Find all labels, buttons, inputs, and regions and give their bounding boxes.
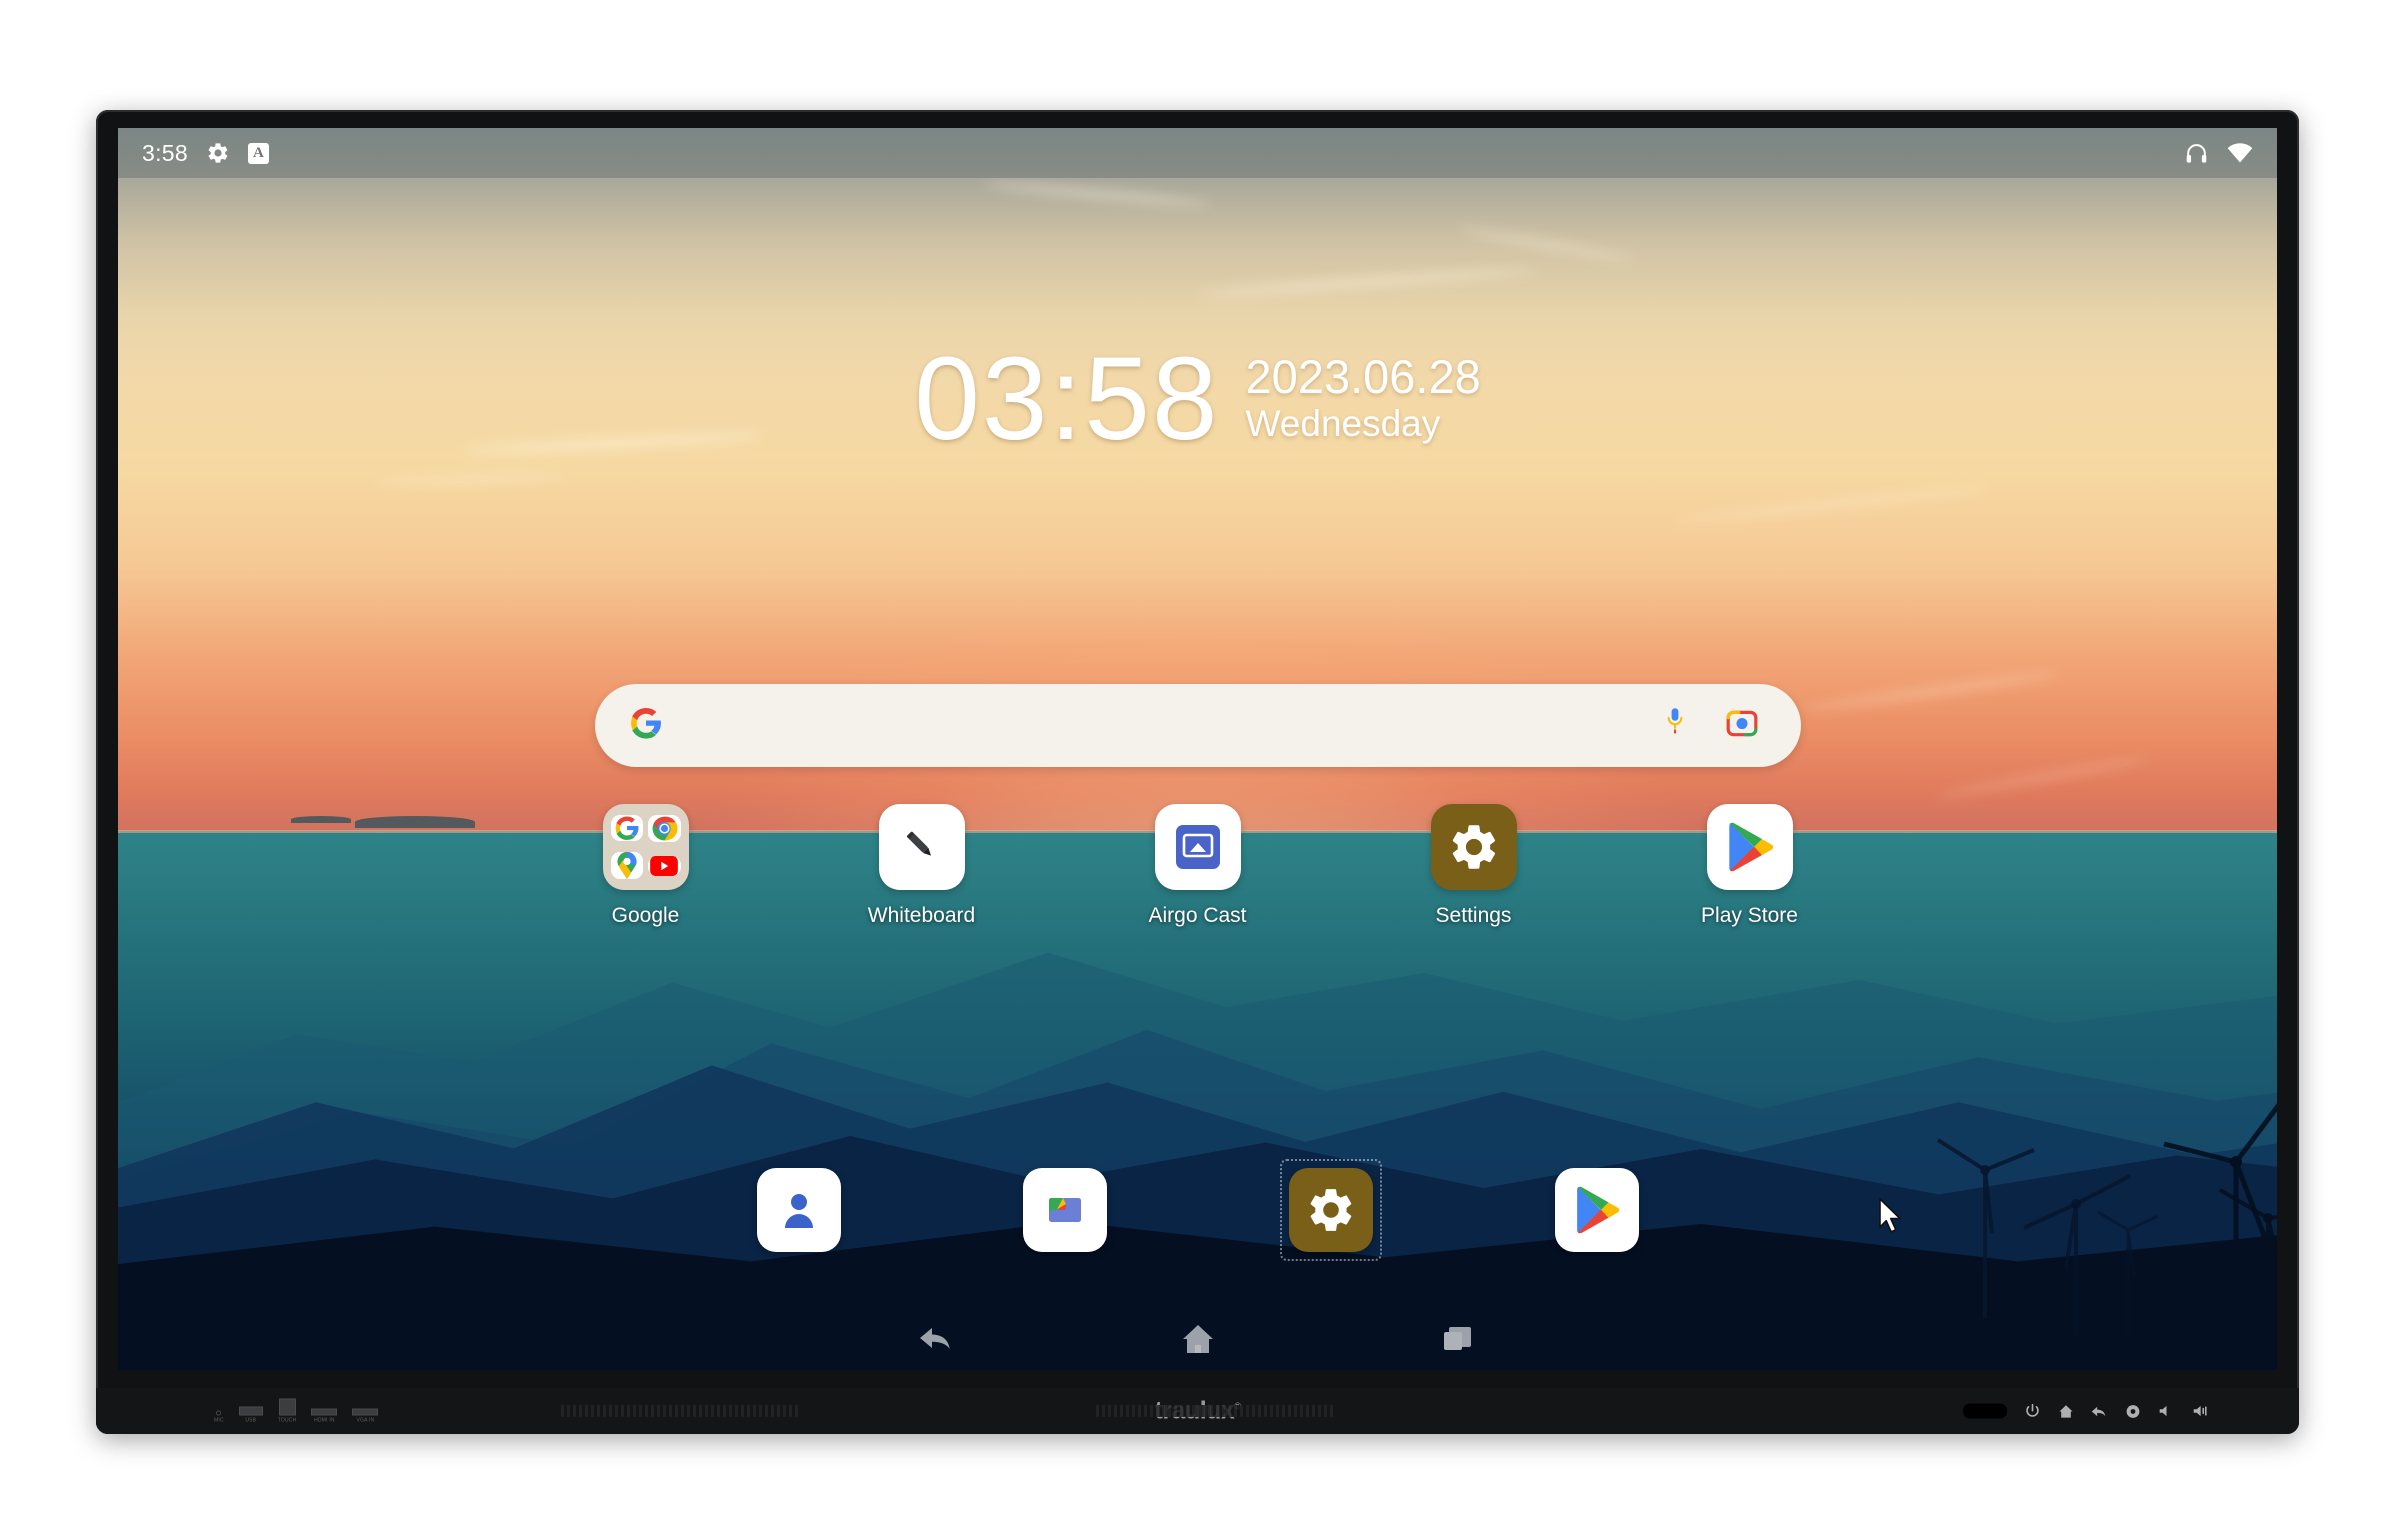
volume-up-icon[interactable] bbox=[2192, 1404, 2211, 1419]
app-icon-airgo-cast[interactable]: Airgo Cast bbox=[1108, 804, 1288, 928]
google-g-logo-icon bbox=[610, 815, 643, 842]
app-icon-google-folder[interactable]: Google bbox=[556, 804, 736, 928]
google-folder-icon bbox=[602, 804, 689, 890]
port-hdmi-in: HDMI IN bbox=[311, 1408, 338, 1424]
files-icon bbox=[1022, 1168, 1107, 1252]
home-icon[interactable] bbox=[2058, 1403, 2074, 1419]
app-icon-settings[interactable]: Settings bbox=[1384, 804, 1564, 928]
google-lens-icon[interactable] bbox=[1725, 706, 1759, 745]
recents-square-icon[interactable] bbox=[1428, 1315, 1488, 1363]
status-bar: 3:58 A bbox=[118, 128, 2277, 178]
headphones-icon bbox=[2184, 141, 2209, 166]
port-touch: TOUCH bbox=[278, 1398, 297, 1424]
gear-icon bbox=[206, 141, 230, 165]
screen: 3:58 A 03:58 2023.06.28 Wednesday Google… bbox=[118, 128, 2277, 1370]
play-store-icon bbox=[1554, 1168, 1639, 1252]
maps-icon bbox=[610, 852, 643, 880]
chrome-icon bbox=[648, 814, 681, 842]
navigation-bar bbox=[118, 1308, 2277, 1370]
bezel-key-panel bbox=[1963, 1403, 2211, 1420]
app-icon-whiteboard[interactable]: Whiteboard bbox=[832, 804, 1012, 928]
power-icon[interactable] bbox=[2024, 1403, 2041, 1420]
dock-item-files[interactable] bbox=[1015, 1160, 1115, 1260]
dock-item-contacts[interactable] bbox=[749, 1160, 849, 1260]
google-search-bar[interactable] bbox=[594, 684, 1801, 767]
app-label: Settings bbox=[1435, 904, 1512, 927]
google-g-logo-icon bbox=[629, 706, 663, 745]
wallpaper-islet bbox=[355, 816, 476, 829]
display-device: 3:58 A 03:58 2023.06.28 Wednesday Google… bbox=[96, 110, 2299, 1434]
wallpaper-islet bbox=[290, 816, 351, 824]
app-label: Play Store bbox=[1701, 904, 1798, 927]
microphone-icon[interactable] bbox=[1661, 706, 1689, 745]
status-bar-clock: 3:58 bbox=[142, 139, 188, 166]
speaker-grille-left bbox=[561, 1405, 801, 1417]
port-usb: USB bbox=[238, 1406, 263, 1424]
volume-down-icon[interactable] bbox=[2158, 1404, 2175, 1419]
device-bottom-bezel: MIC USB TOUCH HDMI IN VGA IN traulux® bbox=[96, 1388, 2299, 1434]
app-grid: Google Whiteboard Airgo Cast Settings Pl… bbox=[556, 804, 1840, 928]
home-icon[interactable] bbox=[1168, 1315, 1228, 1363]
app-label: Airgo Cast bbox=[1148, 904, 1247, 927]
gear-icon bbox=[1430, 804, 1517, 890]
screen-cast-icon bbox=[1154, 804, 1241, 890]
person-icon bbox=[756, 1168, 841, 1252]
port-vga-in: VGA IN bbox=[352, 1408, 379, 1424]
gear-icon bbox=[1288, 1168, 1373, 1252]
app-icon-play-store[interactable]: Play Store bbox=[1660, 804, 1840, 928]
wifi-icon bbox=[2227, 143, 2253, 163]
settings-icon[interactable] bbox=[2125, 1403, 2141, 1419]
port-panel: MIC USB TOUCH HDMI IN VGA IN bbox=[214, 1398, 379, 1424]
app-label: Whiteboard bbox=[867, 904, 976, 927]
speaker-grille-right bbox=[1096, 1405, 1336, 1417]
ir-receiver-window bbox=[1963, 1403, 2007, 1419]
search-input[interactable] bbox=[682, 710, 1661, 741]
port-mic: MIC bbox=[214, 1410, 224, 1424]
dock-item-play-store[interactable] bbox=[1547, 1160, 1647, 1260]
dock bbox=[749, 1159, 1647, 1261]
capital-a-badge-icon: A bbox=[247, 142, 269, 164]
dock-item-settings[interactable] bbox=[1279, 1159, 1382, 1261]
back-arrow-icon[interactable] bbox=[2091, 1403, 2108, 1419]
app-label: Google bbox=[611, 904, 680, 927]
play-store-icon bbox=[1706, 804, 1793, 890]
youtube-icon bbox=[648, 855, 681, 876]
pen-icon bbox=[878, 804, 965, 890]
back-arrow-icon[interactable] bbox=[908, 1315, 968, 1363]
